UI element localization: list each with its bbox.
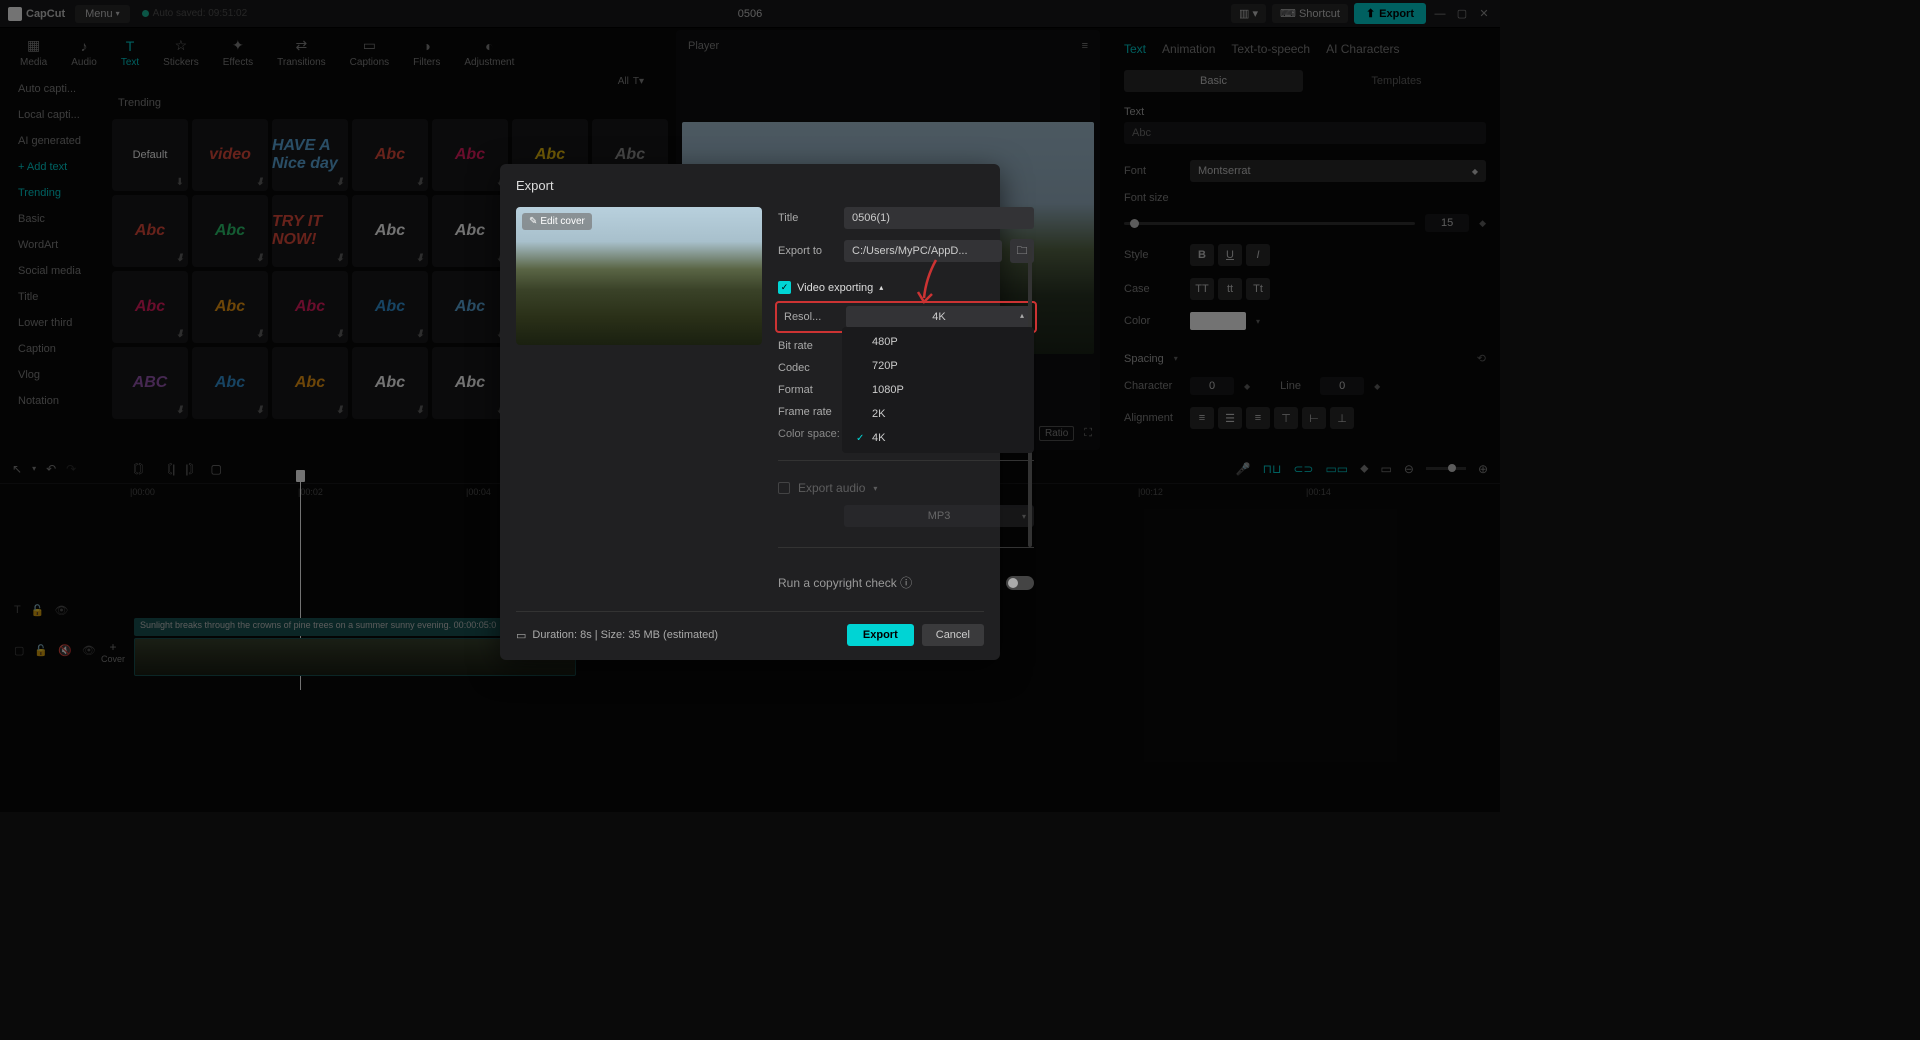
resolution-label: Resol... xyxy=(780,311,838,323)
exportto-field[interactable] xyxy=(844,240,1002,262)
dialog-title: Export xyxy=(516,178,984,193)
bitrate-label: Bit rate xyxy=(778,340,836,352)
audio-checkbox[interactable] xyxy=(778,482,790,494)
dialog-cancel-button[interactable]: Cancel xyxy=(922,624,984,646)
edit-cover-button[interactable]: ✎ Edit cover xyxy=(522,213,592,230)
resolution-option[interactable]: 2K xyxy=(842,402,1034,426)
resolution-option[interactable]: 1080P xyxy=(842,378,1034,402)
copyright-label: Run a copyright check ⓘ xyxy=(778,574,912,591)
codec-label: Codec xyxy=(778,362,836,374)
resolution-option[interactable]: 480P xyxy=(842,330,1034,354)
cover-preview: ✎ Edit cover xyxy=(516,207,762,345)
export-audio-label: Export audio xyxy=(798,481,865,495)
format-label: Format xyxy=(778,384,836,396)
title-field-label: Title xyxy=(778,212,836,224)
resolution-option[interactable]: 720P xyxy=(842,354,1034,378)
dialog-export-button[interactable]: Export xyxy=(847,624,914,646)
export-dialog: Export ✎ Edit cover Title Export to 🗀 ✓ … xyxy=(500,164,1000,660)
checkbox-checked-icon: ✓ xyxy=(778,281,791,294)
resolution-options: 480P720P1080P2K✓4K xyxy=(842,327,1034,453)
framerate-label: Frame rate xyxy=(778,406,836,418)
duration-info: ▭ Duration: 8s | Size: 35 MB (estimated) xyxy=(516,629,718,642)
chevron-up-icon: ▴ xyxy=(1020,311,1024,320)
resolution-option[interactable]: ✓4K xyxy=(842,426,1034,450)
audio-format-dropdown[interactable]: MP3▾ xyxy=(844,505,1034,527)
title-field[interactable] xyxy=(844,207,1034,229)
video-exporting-checkbox[interactable]: ✓ Video exporting ▴ xyxy=(778,281,1034,294)
copyright-toggle[interactable] xyxy=(1006,576,1034,590)
exportto-label: Export to xyxy=(778,245,836,257)
resolution-dropdown[interactable]: 4K ▴ xyxy=(846,306,1032,328)
